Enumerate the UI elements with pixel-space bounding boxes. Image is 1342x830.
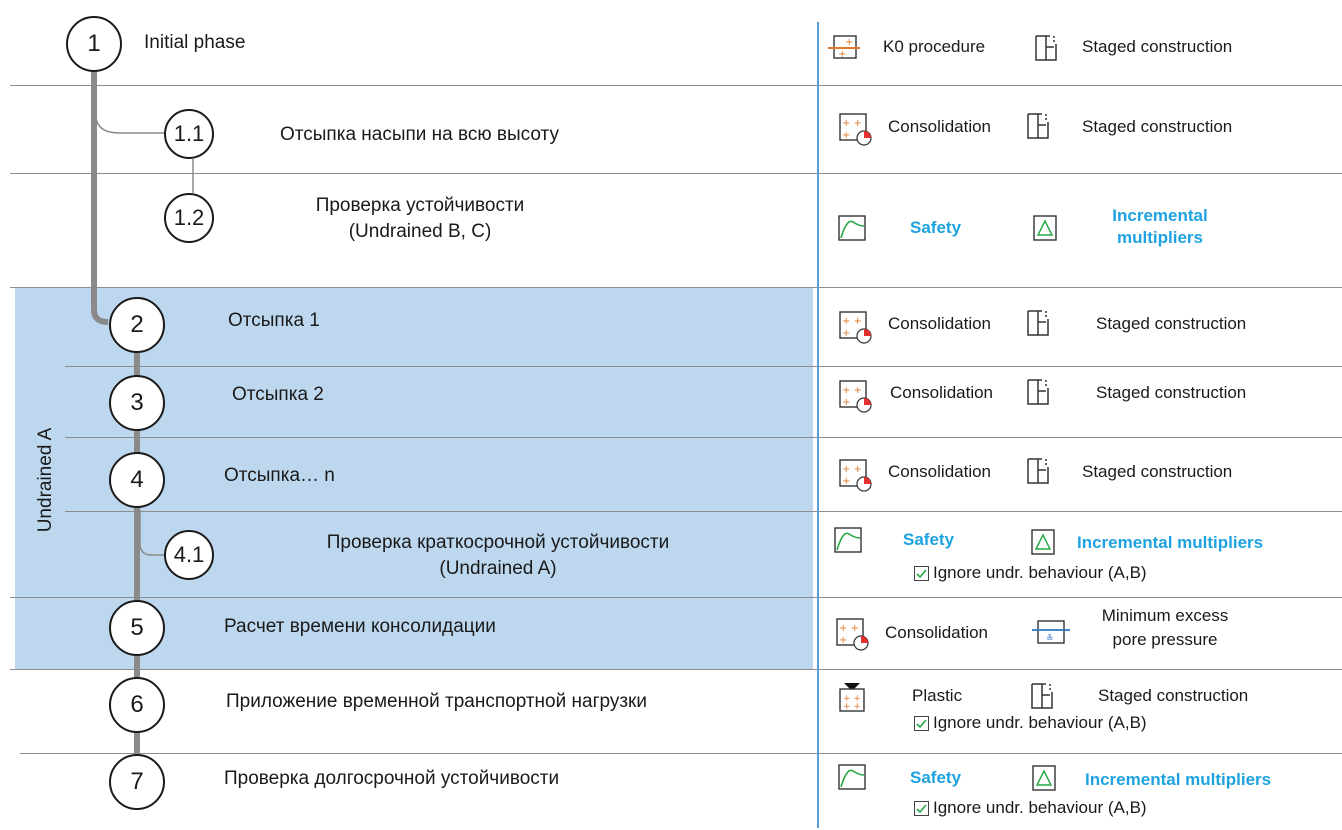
phase-node-6[interactable]: 6 bbox=[109, 677, 165, 733]
safety-curve-icon bbox=[838, 215, 866, 241]
staged-construction-label: Staged construction bbox=[1098, 686, 1249, 705]
svg-text:+ +: + + bbox=[842, 118, 862, 129]
phase-label-4-1-line1: Проверка краткосрочной устойчивости bbox=[326, 532, 670, 553]
phase-node-4-1[interactable]: 4.1 bbox=[164, 530, 214, 580]
phase-label-5: Расчет времени консолидации bbox=[224, 616, 496, 637]
safety-label: Safety bbox=[910, 768, 962, 787]
checkbox-checked-icon[interactable] bbox=[914, 800, 929, 816]
k0-procedure-label: K0 procedure bbox=[883, 37, 986, 56]
staged-construction-icon bbox=[1027, 379, 1049, 405]
group-label-text: Undrained A bbox=[35, 427, 56, 533]
phase-label-7: Проверка долгосрочной устойчивости bbox=[224, 768, 560, 789]
ignore-undrained-label: Ignore undr. behaviour (A,B) bbox=[933, 563, 1147, 582]
svg-text:+: + bbox=[842, 328, 850, 339]
consolidation-label: Consolidation bbox=[888, 117, 992, 136]
staged-construction-label: Staged construction bbox=[1082, 37, 1233, 56]
incremental-multipliers-line1: Incremental bbox=[1112, 206, 1208, 225]
svg-text:≚: ≚ bbox=[1046, 633, 1054, 644]
incremental-multipliers-icon bbox=[1031, 529, 1055, 555]
k0-procedure-icon: + + bbox=[828, 35, 860, 60]
ignore-undrained-checkbox[interactable]: Ignore undr. behaviour (A,B) bbox=[914, 798, 1147, 818]
phase-node-1[interactable]: 1 bbox=[66, 16, 122, 72]
staged-construction-label: Staged construction bbox=[1096, 314, 1247, 333]
phase-node-4[interactable]: 4 bbox=[109, 452, 165, 508]
phase-label-6: Приложение временной транспортной нагруз… bbox=[226, 691, 647, 712]
svg-text:+ +: + + bbox=[842, 385, 862, 396]
staged-construction-icon bbox=[1035, 35, 1057, 61]
staged-construction-label: Staged construction bbox=[1082, 117, 1233, 136]
staged-construction-icon bbox=[1027, 458, 1049, 484]
svg-text:+ +: + + bbox=[839, 623, 859, 634]
staged-construction-icon bbox=[1027, 310, 1049, 336]
consolidation-icon: + + + bbox=[839, 113, 872, 146]
consolidation-icon: + + + bbox=[839, 459, 872, 492]
svg-text:+: + bbox=[845, 37, 853, 48]
ignore-undrained-checkbox[interactable]: Ignore undr. behaviour (A,B) bbox=[914, 563, 1147, 583]
svg-text:+: + bbox=[839, 635, 847, 646]
consolidation-label: Consolidation bbox=[890, 383, 994, 402]
safety-curve-icon bbox=[838, 764, 866, 790]
phase-label-1-2-line1: Проверка устойчивости bbox=[315, 195, 525, 216]
incremental-multipliers-icon bbox=[1032, 765, 1056, 791]
safety-curve-icon bbox=[834, 527, 862, 553]
svg-text:+: + bbox=[842, 476, 850, 487]
phase-label-3: Отсыпка 2 bbox=[232, 384, 324, 405]
checkbox-checked-icon[interactable] bbox=[914, 565, 929, 581]
phase-label-4: Отсыпка… n bbox=[224, 465, 335, 486]
consolidation-icon: + + + bbox=[839, 311, 872, 344]
min-pore-pressure-label: Minimum excess pore pressure bbox=[1101, 606, 1229, 649]
phase-node-1-1[interactable]: 1.1 bbox=[164, 109, 214, 159]
plastic-label: Plastic bbox=[912, 686, 963, 705]
staged-construction-label: Staged construction bbox=[1082, 462, 1233, 481]
phase-label-4-1-line2: (Undrained A) bbox=[439, 558, 557, 579]
incremental-multipliers-line2: multipliers bbox=[1117, 228, 1203, 247]
staged-construction-icon bbox=[1031, 683, 1053, 709]
incremental-multipliers-label: Incremental multipliers bbox=[1085, 770, 1272, 789]
phase-label-2: Отсыпка 1 bbox=[228, 310, 320, 331]
incremental-multipliers-label: Incremental multipliers bbox=[1100, 205, 1220, 249]
consolidation-label: Consolidation bbox=[885, 623, 989, 642]
svg-text:+ +: + + bbox=[842, 316, 862, 327]
svg-text:+: + bbox=[842, 397, 850, 408]
consolidation-icon: + + + bbox=[839, 380, 872, 413]
undrained-a-group-label: Undrained A bbox=[35, 400, 56, 560]
phase-label-4-1: Проверка краткосрочной устойчивости (Und… bbox=[248, 530, 748, 582]
min-pore-pressure-icon: ≚ bbox=[1032, 620, 1070, 644]
incremental-multipliers-icon bbox=[1033, 215, 1057, 241]
phase-node-5[interactable]: 5 bbox=[109, 600, 165, 656]
consolidation-label: Consolidation bbox=[888, 462, 992, 481]
phase-label-1-2-line2: (Undrained B, C) bbox=[348, 221, 492, 242]
ignore-undrained-checkbox[interactable]: Ignore undr. behaviour (A,B) bbox=[914, 713, 1147, 733]
consolidation-icon: + + + bbox=[836, 618, 869, 651]
staged-construction-icon bbox=[1027, 113, 1049, 139]
ignore-undrained-label: Ignore undr. behaviour (A,B) bbox=[933, 713, 1147, 732]
ignore-undrained-label: Ignore undr. behaviour (A,B) bbox=[933, 798, 1147, 817]
incremental-multipliers-label: Incremental multipliers bbox=[1077, 533, 1264, 552]
svg-text:+ +: + + bbox=[843, 702, 861, 712]
staged-construction-label: Staged construction bbox=[1096, 383, 1247, 402]
plastic-icon: + + + + bbox=[839, 683, 865, 712]
phase-label-1-2: Проверка устойчивости (Undrained B, C) bbox=[260, 193, 580, 245]
svg-text:+: + bbox=[842, 130, 850, 141]
phase-node-2[interactable]: 2 bbox=[109, 297, 165, 353]
checkbox-checked-icon[interactable] bbox=[914, 715, 929, 731]
phase-node-1-2[interactable]: 1.2 bbox=[164, 193, 214, 243]
svg-text:+: + bbox=[838, 49, 846, 60]
safety-label: Safety bbox=[910, 218, 962, 237]
consolidation-label: Consolidation bbox=[888, 314, 992, 333]
phase-label-1: Initial phase bbox=[144, 32, 246, 53]
phase-node-3[interactable]: 3 bbox=[109, 375, 165, 431]
phase-node-7[interactable]: 7 bbox=[109, 754, 165, 810]
phase-label-1-1: Отсыпка насыпи на всю высоту bbox=[280, 124, 559, 145]
safety-label: Safety bbox=[903, 530, 955, 549]
svg-text:+ +: + + bbox=[842, 464, 862, 475]
